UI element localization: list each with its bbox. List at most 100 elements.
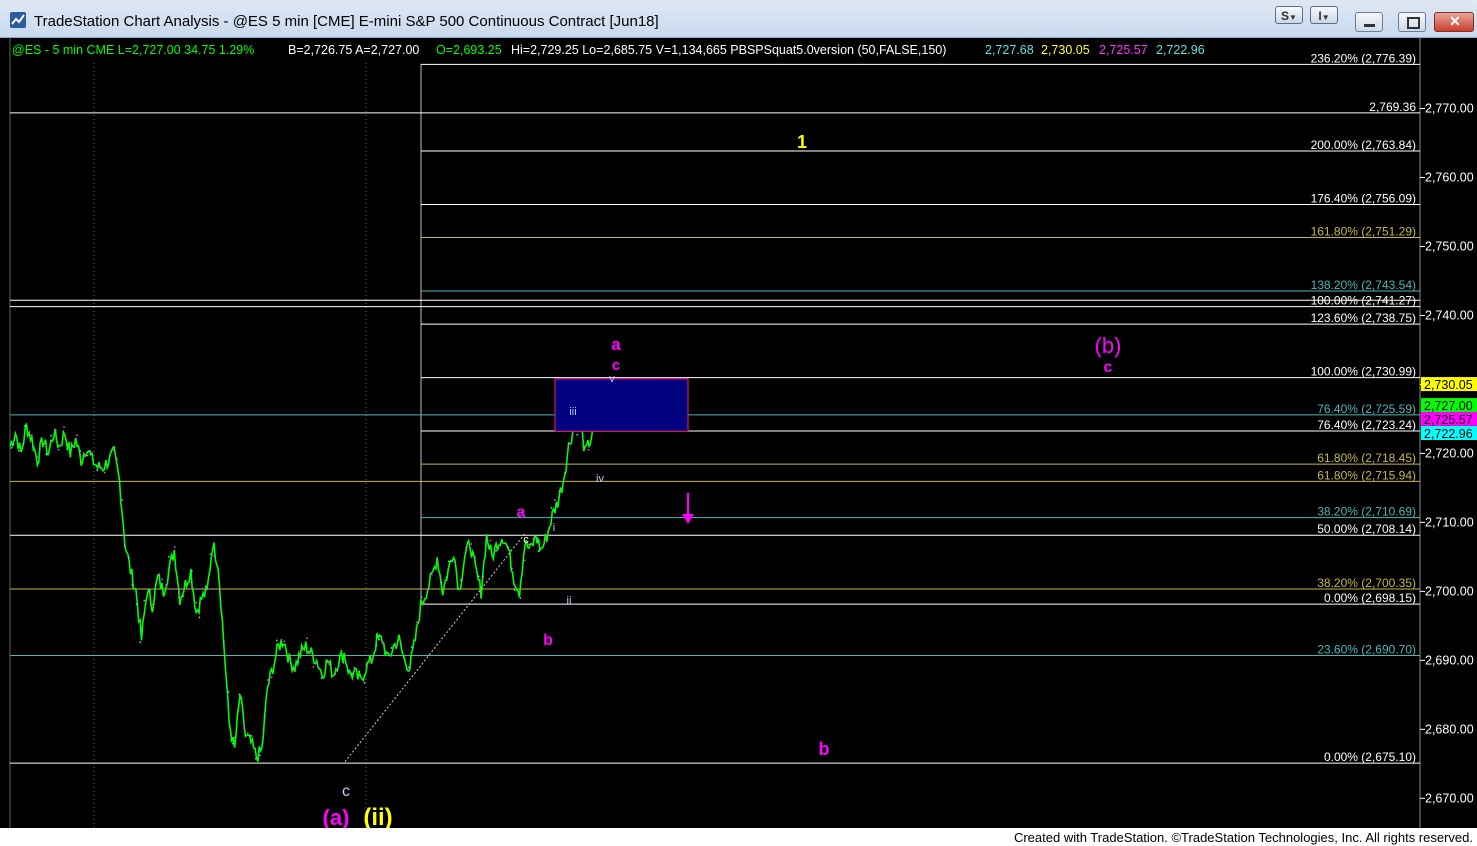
fib-level-label-13: 38.20% (2,710.69)	[1317, 505, 1416, 519]
indicator-dot-27	[45, 453, 48, 456]
y-tick-label-6: 2,710.00	[1425, 515, 1474, 529]
fib-level-label-5: 138.20% (2,743.54)	[1311, 278, 1416, 292]
wave-label-4: iii	[569, 406, 576, 418]
fib-level-label-17: 23.60% (2,690.70)	[1317, 643, 1416, 657]
wave-label-10: i	[553, 522, 555, 534]
y-tick-label-2: 2,750.00	[1425, 239, 1474, 253]
wave-annotations: 1acviiiiv(b)caciiibbc(a) (ii)	[323, 132, 1122, 831]
indicator-dot-351	[489, 539, 492, 542]
indicator-dot-354	[495, 550, 497, 552]
indicator-dot-6	[17, 449, 20, 452]
fib-level-label-15: 38.20% (2,700.35)	[1317, 576, 1416, 590]
chart-header-row: @ES - 5 min CME L=2,727.00 34.75 1.29% B=…	[12, 43, 1205, 57]
indicator-dot-405	[564, 471, 566, 474]
indicator-dot-117	[168, 555, 170, 558]
symbol-menu-button[interactable]: S▼	[1275, 6, 1303, 24]
indicator-dot-111	[161, 578, 164, 581]
indicator-dot-138	[198, 616, 201, 619]
wave-label-8: a	[517, 504, 526, 521]
indicator-dot-375	[523, 559, 526, 562]
close-button[interactable]: ✕	[1434, 12, 1474, 32]
indicator-dot-363	[507, 546, 510, 549]
indicator-menu-button[interactable]: I▼	[1310, 6, 1338, 24]
y-tick-label-8: 2,690.00	[1425, 653, 1474, 667]
indicator-dot-42	[66, 448, 68, 451]
indicator-dot-321	[447, 560, 450, 563]
indicator-dot-159	[227, 691, 230, 694]
wave-label-3: v	[609, 373, 615, 385]
header-segment-0: @ES - 5 min CME L=2,727.00 34.75 1.29%	[12, 43, 254, 57]
indicator-dot-312	[437, 560, 439, 563]
indicator-dot-63	[96, 469, 99, 472]
indicator-dot-339	[474, 556, 477, 559]
indicator-dot-162	[231, 742, 234, 745]
indicator-dot-399	[554, 499, 556, 501]
indicator-dot-279	[390, 647, 393, 649]
title-bar: TradeStation Chart Analysis - @ES 5 min …	[0, 0, 1477, 38]
header-segment-1: B=2,726.75 A=2,727.00	[288, 43, 419, 57]
indicator-dot-273	[381, 640, 384, 643]
indicator-dot-0	[10, 446, 13, 449]
fib-level-label-0: 236.20% (2,776.39)	[1311, 51, 1416, 65]
indicator-dot-141	[201, 587, 204, 590]
maximize-button[interactable]	[1398, 12, 1426, 32]
indicator-dot-294	[410, 646, 413, 649]
indicator-dot-54	[82, 452, 85, 454]
wave-label-0: 1	[797, 132, 807, 152]
indicator-dot-306	[426, 587, 429, 590]
indicator-dot-222	[312, 665, 315, 668]
indicator-dot-207	[293, 668, 296, 671]
fib-level-label-18: 0.00% (2,675.10)	[1324, 750, 1416, 764]
wave-label-12: b	[543, 632, 553, 649]
indicator-dot-186	[263, 715, 266, 718]
footer: Created with TradeStation. ©TradeStation…	[0, 828, 1477, 846]
indicator-dot-174	[246, 732, 249, 735]
price-chart[interactable]: @ES - 5 min CME L=2,727.00 34.75 1.29% B=…	[0, 38, 1477, 831]
indicator-dot-285	[399, 640, 402, 643]
wave-label-7: c	[1104, 359, 1113, 376]
indicator-dot-195	[275, 639, 278, 642]
indicator-dot-237	[334, 673, 337, 675]
header-segment-3: Hi=2,729.25 Lo=2,685.75 V=1,134,665 PBSP…	[511, 43, 946, 57]
indicator-dot-102	[149, 589, 151, 592]
wave-label-6: (b)	[1095, 333, 1122, 358]
indicator-dot-345	[482, 575, 484, 578]
indicator-dot-120	[173, 546, 176, 548]
indicator-dot-384	[536, 537, 539, 540]
indicator-dot-30	[50, 434, 52, 437]
price-tag-label-0: 2,730.05	[1424, 378, 1473, 392]
indicator-dot-411	[572, 433, 574, 436]
indicator-dot-249	[351, 672, 353, 675]
fib-level-label-2: 200.00% (2,763.84)	[1311, 138, 1416, 152]
minimize-button[interactable]	[1355, 12, 1383, 32]
indicator-dot-150	[213, 555, 216, 557]
indicator-dot-327	[456, 588, 459, 590]
indicator-dot-198	[280, 638, 283, 641]
indicator-dot-234	[328, 663, 331, 666]
indicator-dot-81	[121, 498, 124, 501]
indicator-dot-231	[326, 661, 329, 664]
maximize-icon	[1407, 17, 1420, 29]
indicator-dot-357	[497, 547, 500, 549]
indicator-dot-243	[342, 661, 345, 664]
y-tick-label-5: 2,720.00	[1425, 446, 1474, 460]
chart-area[interactable]: @ES - 5 min CME L=2,727.00 34.75 1.29% B=…	[0, 38, 1477, 831]
indicator-dot-78	[116, 457, 118, 460]
header-segment-6: 2,725.57	[1099, 43, 1148, 57]
indicator-dot-225	[316, 663, 319, 666]
indicator-dot-336	[470, 543, 473, 545]
indicator-dot-9	[22, 442, 25, 445]
indicator-dot-372	[519, 597, 522, 599]
indicator-dot-267	[375, 644, 378, 647]
y-tick-label-3: 2,740.00	[1425, 308, 1474, 322]
indicator-dot-324	[453, 561, 456, 564]
indicator-dot-126	[182, 595, 184, 598]
indicator-dot-153	[219, 587, 222, 590]
fib-level-label-1: 2,769.36	[1369, 100, 1416, 114]
indicator-dot-342	[477, 575, 480, 578]
price-axis[interactable]: 2,770.002,760.002,750.002,740.002,730.00…	[1420, 102, 1477, 806]
close-icon: ✕	[1449, 13, 1461, 29]
indicator-dot-183	[258, 754, 261, 757]
fib-level-label-4: 161.80% (2,751.29)	[1311, 225, 1416, 239]
indicator-dot-258	[363, 681, 366, 684]
